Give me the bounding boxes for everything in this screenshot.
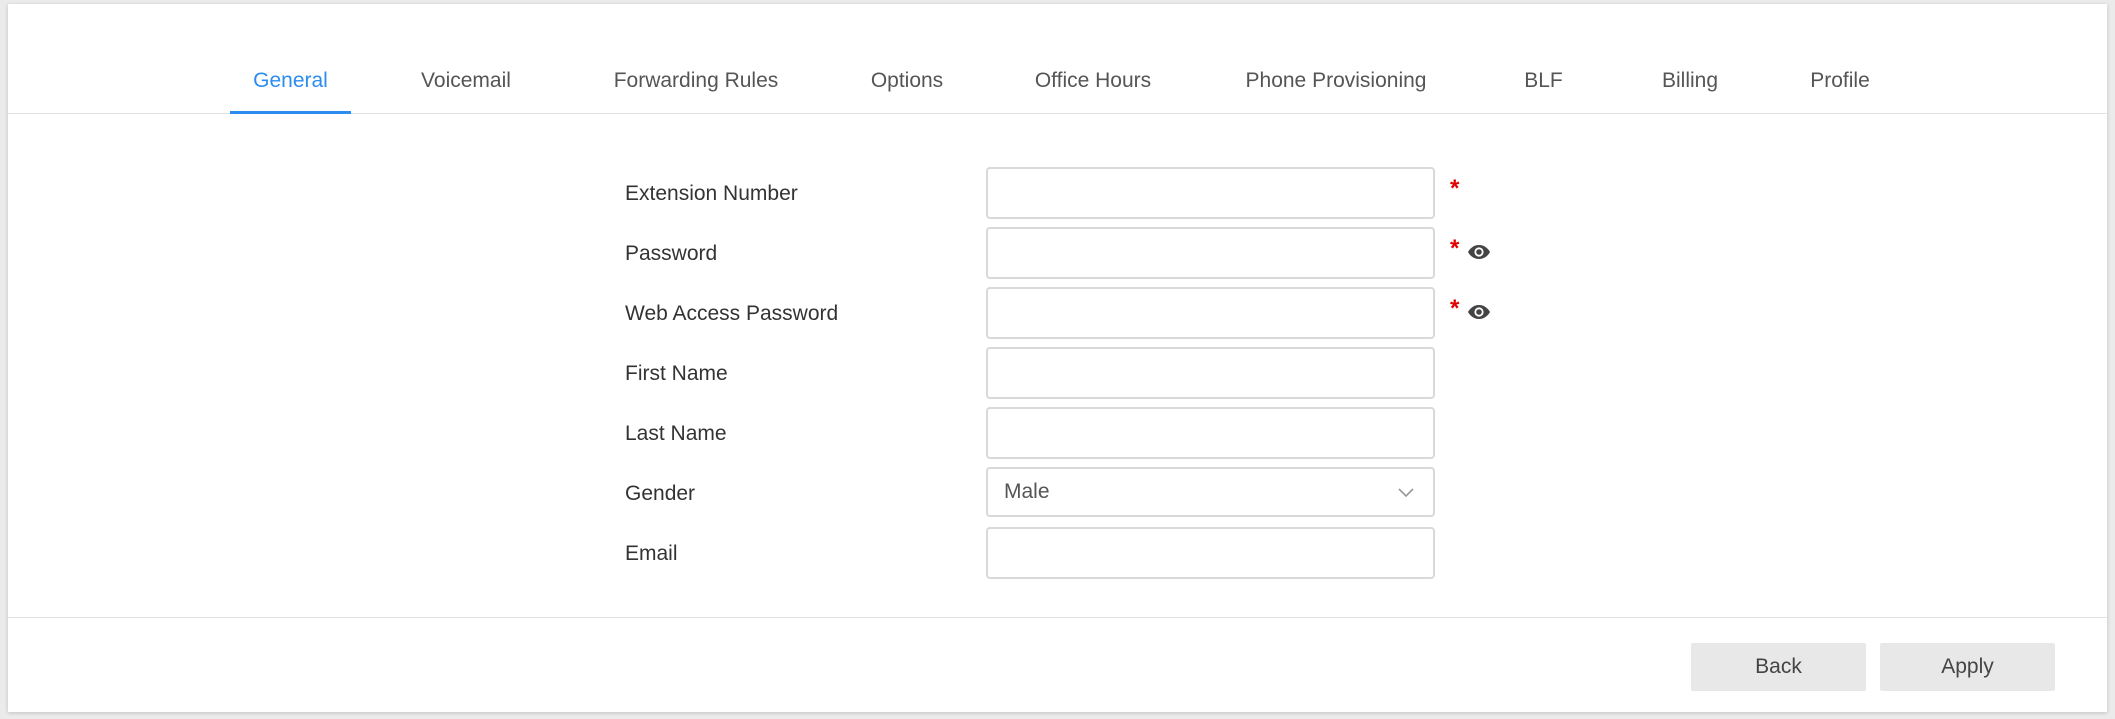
web-access-password-label: Web Access Password — [625, 302, 839, 325]
chevron-down-icon — [1398, 488, 1414, 498]
extension-number-label: Extension Number — [625, 182, 798, 205]
first-name-label: First Name — [625, 362, 728, 385]
web-access-password-input[interactable] — [986, 287, 1435, 339]
password-input[interactable] — [986, 227, 1435, 279]
tab-options[interactable]: Options — [863, 69, 951, 114]
eye-icon[interactable] — [1467, 303, 1491, 321]
footer-divider — [8, 617, 2107, 618]
row-first-name: First Name — [8, 347, 2107, 401]
first-name-input[interactable] — [986, 347, 1435, 399]
tab-phone-provisioning[interactable]: Phone Provisioning — [1236, 69, 1436, 114]
tab-billing[interactable]: Billing — [1644, 69, 1736, 114]
last-name-input[interactable] — [986, 407, 1435, 459]
eye-icon[interactable] — [1467, 243, 1491, 261]
gender-label: Gender — [625, 482, 696, 505]
tab-forwarding-rules[interactable]: Forwarding Rules — [601, 69, 791, 114]
row-extension-number: Extension Number * — [8, 167, 2107, 221]
required-marker: * — [1450, 175, 1460, 202]
apply-button[interactable]: Apply — [1880, 643, 2055, 691]
row-gender: Gender Male — [8, 467, 2107, 521]
tab-profile[interactable]: Profile — [1797, 69, 1883, 114]
gender-select[interactable]: Male — [986, 467, 1435, 517]
tab-bar: General Voicemail Forwarding Rules Optio… — [8, 4, 2107, 114]
row-last-name: Last Name — [8, 407, 2107, 461]
tab-general[interactable]: General — [230, 69, 351, 114]
row-email: Email — [8, 527, 2107, 581]
extension-editor-panel: General Voicemail Forwarding Rules Optio… — [8, 4, 2107, 712]
password-label: Password — [625, 242, 718, 265]
extension-number-input[interactable] — [986, 167, 1435, 219]
email-input[interactable] — [986, 527, 1435, 579]
last-name-label: Last Name — [625, 422, 727, 445]
tab-voicemail[interactable]: Voicemail — [414, 69, 518, 114]
gender-selected-value: Male — [1004, 480, 1050, 503]
row-web-access-password: Web Access Password * — [8, 287, 2107, 341]
row-password: Password * — [8, 227, 2107, 281]
back-button[interactable]: Back — [1691, 643, 1866, 691]
required-marker: * — [1450, 295, 1460, 322]
required-marker: * — [1450, 235, 1460, 262]
tab-blf[interactable]: BLF — [1516, 69, 1571, 114]
email-label: Email — [625, 542, 678, 565]
tab-office-hours[interactable]: Office Hours — [1027, 69, 1159, 114]
